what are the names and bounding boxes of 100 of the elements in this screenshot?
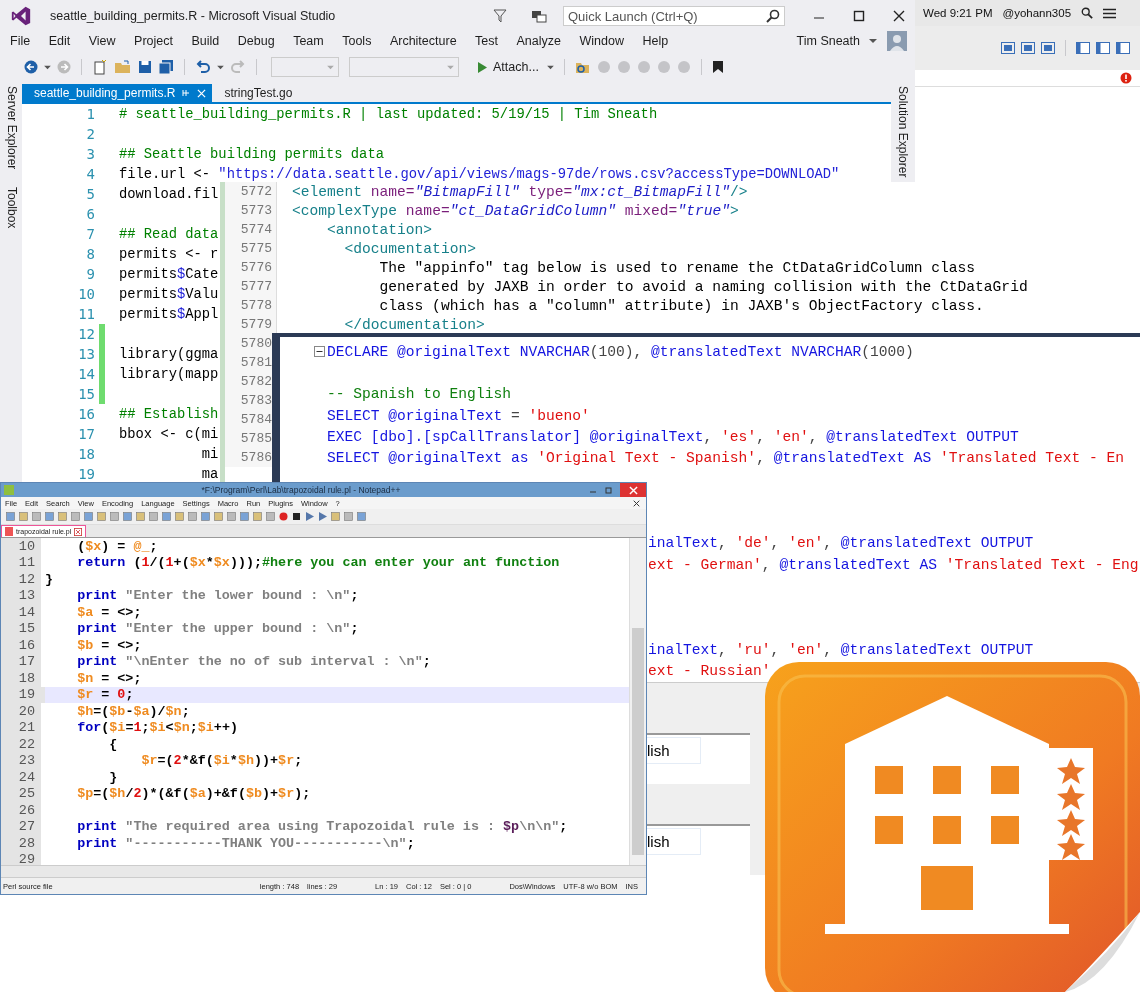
back-arrow-icon[interactable] [24, 60, 38, 74]
attach-button[interactable]: Attach... [475, 60, 541, 74]
panel-layout-icon[interactable] [1096, 42, 1110, 54]
save-icon[interactable] [138, 60, 152, 74]
menu-item[interactable]: Edit [48, 34, 71, 48]
code-line: SELECT @originalText as 'Original Text - Spanish', @translatedText AS 'Translated Text - En [327, 450, 1124, 467]
line-number: 29 [17, 852, 35, 865]
platform-dropdown[interactable] [349, 57, 459, 77]
line-number: 10 [77, 286, 95, 302]
code-line: print "The required area using Trapozoidal rule is : $p\n\n"; [76, 819, 568, 835]
line-number: 28 [17, 835, 35, 851]
line-number: 19 [77, 466, 95, 482]
pin-icon[interactable] [181, 88, 192, 98]
code-line: } [45, 571, 54, 587]
caret-icon [868, 38, 877, 44]
stop-tool-icon[interactable] [291, 511, 302, 522]
caret-icon[interactable] [546, 64, 554, 70]
new-project-icon[interactable] [92, 59, 108, 75]
restore-icon[interactable] [604, 485, 614, 495]
side-panel-tab[interactable]: Server Explorer [0, 84, 22, 172]
line-number: 5772 [225, 182, 277, 201]
line-number: 5773 [225, 201, 277, 220]
line-number: 15 [17, 621, 35, 637]
code-line: $p=($h/2)*(&f($a)+&f($b)+$r); [76, 786, 311, 802]
file-tab[interactable]: stringTest.go [212, 84, 299, 102]
menu-item[interactable]: Build [191, 34, 220, 48]
feedback-icon[interactable] [531, 9, 547, 23]
play-tool-icon[interactable] [304, 511, 315, 522]
close-icon[interactable] [633, 499, 640, 507]
view-toggle-icon[interactable] [1041, 42, 1055, 54]
open-folder-icon[interactable] [114, 60, 132, 74]
line-number: 27 [17, 819, 35, 835]
panel-layout-icon[interactable] [1116, 42, 1130, 54]
app-logo-icon [10, 5, 32, 27]
code-line: library(mapp [119, 366, 219, 382]
close-icon[interactable] [893, 10, 905, 22]
line-number: 15 [77, 386, 95, 402]
menu-item[interactable]: Team [293, 34, 324, 48]
forward-arrow-icon[interactable] [57, 60, 71, 74]
user-name[interactable]: Tim Sneath [796, 34, 860, 48]
code-line: ## Seattle building permits data [119, 146, 384, 162]
quick-launch-field[interactable]: Quick Launch (Ctrl+Q) [563, 6, 785, 26]
code-line: print "-----------THANK YOU-----------\n"; [76, 835, 415, 851]
code-line: $n = <>; [76, 670, 142, 686]
code-line: $r = 0; [76, 687, 134, 703]
search-icon[interactable] [1081, 7, 1094, 19]
line-number: 18 [17, 670, 35, 686]
code-line: $a = <>; [76, 604, 142, 620]
code-line: <element name="BitmapFill" type="mx:ct_BitmapFill"/> [292, 183, 748, 200]
undo-icon[interactable] [195, 60, 211, 74]
code-line: for($i=1;$i<$n;$i++) [76, 720, 238, 736]
filter-icon[interactable] [493, 9, 507, 23]
menu-item[interactable]: Architecture [389, 34, 457, 48]
menu-item[interactable]: Analyze [516, 34, 561, 48]
line-number: 16 [17, 637, 35, 653]
view-toggle-icon[interactable] [1021, 42, 1035, 54]
code-line: ($x) = @_; [76, 538, 158, 554]
menu-item[interactable]: File [10, 34, 31, 48]
user-name[interactable]: @yohann305 [1002, 7, 1072, 19]
menu-item[interactable]: View [88, 34, 116, 48]
line-number: 12 [77, 326, 95, 342]
bookmark-icon[interactable] [711, 60, 724, 74]
side-panel-tab[interactable]: Toolbox [0, 185, 22, 231]
menu-item[interactable]: Project [134, 34, 173, 48]
record-tool-icon[interactable] [278, 511, 289, 522]
play-tool-icon[interactable] [317, 511, 328, 522]
configuration-dropdown[interactable] [271, 57, 339, 77]
panel-layout-icon[interactable] [1076, 42, 1090, 54]
line-number: 22 [17, 736, 35, 752]
line-number: 21 [17, 720, 35, 736]
menu-item[interactable]: Test [475, 34, 499, 48]
line-number: 5 [85, 186, 95, 202]
menu-item[interactable]: Window [579, 34, 624, 48]
caret-icon[interactable] [44, 64, 51, 70]
maximize-icon[interactable] [853, 10, 865, 22]
file-tab[interactable]: seattle_building_permits.R [22, 84, 213, 102]
code-line: ## Read data [119, 226, 219, 242]
line-number: 3 [85, 146, 95, 162]
menu-item[interactable]: Debug [237, 34, 275, 48]
line-number: 5778 [225, 296, 277, 315]
save-all-icon[interactable] [158, 59, 174, 75]
list-icon[interactable] [1103, 7, 1117, 19]
scrollbar[interactable] [1, 865, 646, 877]
search-icon[interactable] [766, 9, 780, 23]
line-number: 19 [17, 687, 35, 703]
menu-item[interactable]: Help [642, 34, 669, 48]
scrollbar[interactable] [629, 538, 646, 865]
redo-icon[interactable] [230, 60, 246, 74]
line-number: 24 [17, 769, 35, 785]
view-toggle-icon[interactable] [1001, 42, 1015, 54]
window-title: *F:\Program\Perl\Lab\trapozoidal rule.pl - Notepad++ [200, 485, 402, 495]
menu-item[interactable]: Tools [342, 34, 372, 48]
code-line: inalText, 'ru', 'en', @translatedText OUTPUT [648, 641, 1034, 658]
close-button[interactable] [620, 483, 646, 497]
line-number: 11 [77, 306, 95, 322]
caret-icon[interactable] [217, 64, 224, 70]
code-line: } [108, 769, 118, 785]
side-panel-tab[interactable]: Solution Explorer [893, 84, 913, 180]
line-number: 5774 [225, 220, 277, 239]
collapse-icon[interactable] [314, 346, 325, 358]
